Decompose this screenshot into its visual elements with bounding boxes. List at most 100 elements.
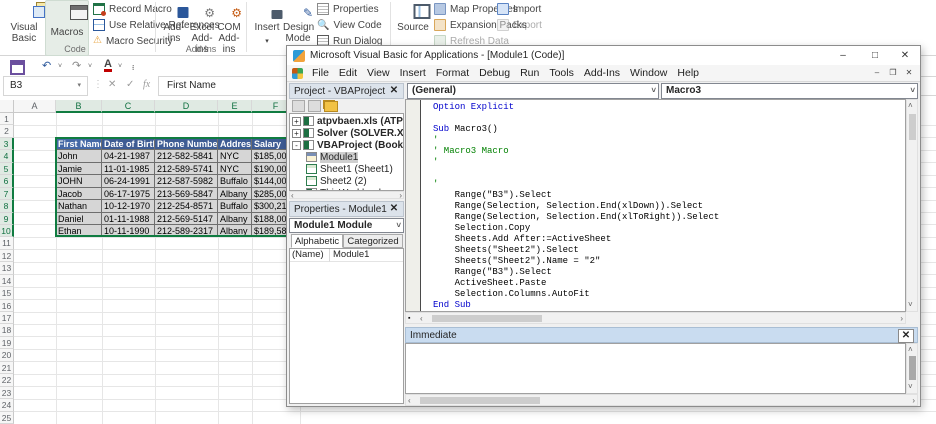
row-header-4[interactable]: 4 (0, 150, 14, 162)
row-header-15[interactable]: 15 (0, 287, 14, 299)
font-color-button[interactable]: A (104, 59, 112, 72)
column-header-C[interactable]: C (102, 100, 155, 113)
scrollbar-thumb[interactable] (909, 356, 916, 380)
child-minimize-button[interactable]: – (870, 67, 884, 79)
scroll-right-icon[interactable]: › (399, 191, 402, 201)
column-header-E[interactable]: E (218, 100, 252, 113)
table-cell[interactable]: Daniel (56, 213, 102, 225)
table-cell[interactable]: 06-17-1975 (102, 188, 155, 200)
row-header-14[interactable]: 14 (0, 275, 14, 287)
row-header-19[interactable]: 19 (0, 337, 14, 349)
properties-panel-header[interactable]: Properties - Module1 ✕ (289, 201, 404, 217)
tab-categorized[interactable]: Categorized (343, 234, 403, 248)
table-cell[interactable]: 212-587-5982 (155, 175, 218, 187)
font-color-dropdown[interactable]: ˅ (118, 63, 122, 70)
row-header-8[interactable]: 8 (0, 200, 14, 212)
expand-icon[interactable]: + (292, 117, 301, 126)
vbe-menu-help[interactable]: Help (672, 67, 704, 79)
row-header-18[interactable]: 18 (0, 324, 14, 336)
table-cell[interactable]: 06-24-1991 (102, 175, 155, 187)
immediate-panel-header[interactable]: Immediate ✕ (405, 327, 918, 343)
table-header-cell[interactable]: Phone Number (155, 138, 218, 150)
immediate-input-area[interactable] (405, 343, 906, 394)
table-cell[interactable]: 212-589-5741 (155, 163, 218, 175)
name-box-dropdown-icon[interactable]: ▾ (77, 77, 81, 95)
name-box[interactable]: B3 ▾ (3, 76, 88, 96)
row-header-25[interactable]: 25 (0, 412, 14, 424)
immediate-vscrollbar[interactable]: ˄ ˅ (906, 343, 918, 394)
property-value[interactable]: Module1 (330, 249, 403, 262)
table-cell[interactable]: 10-11-1990 (102, 225, 155, 237)
table-cell[interactable]: 213-569-5847 (155, 188, 218, 200)
scroll-down-icon[interactable]: ˅ (908, 300, 913, 310)
visual-basic-button[interactable]: Visual Basic (4, 0, 44, 54)
row-header-7[interactable]: 7 (0, 188, 14, 200)
scroll-left-icon[interactable]: ‹ (408, 396, 411, 406)
vbe-menu-view[interactable]: View (362, 67, 395, 79)
project-item-atpvbaen-xls-atpvbaen[interactable]: +atpvbaen.xls (ATPVBAEN (290, 115, 404, 127)
vbe-menu-window[interactable]: Window (625, 67, 672, 79)
table-cell[interactable]: Ethan (56, 225, 102, 237)
redo-button[interactable]: ↷ (72, 59, 81, 72)
project-hscrollbar[interactable]: ‹ › (289, 191, 404, 199)
table-header-cell[interactable]: Date of Birth (102, 138, 155, 150)
vbe-close-button[interactable]: ✕ (894, 48, 916, 63)
properties-object-selector[interactable]: Module1 Module ˅ (289, 218, 404, 233)
import-button[interactable]: Import (497, 2, 541, 16)
row-header-17[interactable]: 17 (0, 312, 14, 324)
scroll-up-icon[interactable]: ˄ (908, 101, 913, 111)
expand-icon[interactable]: + (292, 129, 301, 138)
vbe-menu-run[interactable]: Run (515, 67, 544, 79)
cancel-button[interactable]: ✕ (108, 79, 116, 90)
table-cell[interactable]: Albany (218, 213, 252, 225)
table-cell[interactable]: Buffalo (218, 200, 252, 212)
row-header-12[interactable]: 12 (0, 250, 14, 262)
scroll-right-icon[interactable]: › (912, 396, 915, 406)
vbe-menu-debug[interactable]: Debug (474, 67, 515, 79)
scrollbar-thumb[interactable] (420, 397, 540, 404)
insert-function-button[interactable]: fx (143, 79, 150, 90)
code-procedure-dropdown[interactable]: Macro3 ˅ (661, 83, 918, 99)
table-cell[interactable]: 212-569-5147 (155, 213, 218, 225)
vbe-menu-format[interactable]: Format (431, 67, 474, 79)
properties-grid[interactable]: (Name)Module1 (289, 248, 404, 404)
properties-close-icon[interactable]: ✕ (387, 203, 401, 215)
table-header-cell[interactable]: Address (218, 138, 252, 150)
vbe-menu-file[interactable]: File (307, 67, 334, 79)
table-cell[interactable]: 212-582-5841 (155, 150, 218, 162)
table-cell[interactable]: 04-21-1987 (102, 150, 155, 162)
table-cell[interactable]: 11-01-1985 (102, 163, 155, 175)
child-restore-button[interactable]: ❐ (886, 67, 900, 79)
row-header-20[interactable]: 20 (0, 349, 14, 361)
table-cell[interactable]: NYC (218, 150, 252, 162)
scroll-left-icon[interactable]: ‹ (291, 191, 294, 201)
column-header-B[interactable]: B (56, 100, 102, 113)
row-header-10[interactable]: 10 (0, 225, 14, 237)
row-header-22[interactable]: 22 (0, 374, 14, 386)
row-header-23[interactable]: 23 (0, 387, 14, 399)
table-cell[interactable]: Albany (218, 188, 252, 200)
project-item-solver-solver-xlam-[interactable]: +Solver (SOLVER.XLAM) (290, 127, 404, 139)
table-cell[interactable]: Jamie (56, 163, 102, 175)
vbe-menu-edit[interactable]: Edit (334, 67, 362, 79)
customize-qat-button[interactable]: ᎒ (132, 62, 134, 73)
redo-dropdown[interactable]: ˅ (88, 63, 92, 70)
project-item-sheet1-sheet1-[interactable]: Sheet1 (Sheet1) (290, 163, 404, 175)
child-close-button[interactable]: ✕ (902, 67, 916, 79)
row-header-1[interactable]: 1 (0, 113, 14, 125)
scroll-left-icon[interactable]: ‹ (420, 314, 423, 324)
insert-control-button[interactable]: Insert ▾ (252, 0, 282, 54)
row-header-3[interactable]: 3 (0, 138, 14, 150)
table-header-cell[interactable]: First Name (56, 138, 102, 150)
vbe-menu-addins[interactable]: Add-Ins (579, 67, 625, 79)
undo-button[interactable]: ↶ (42, 59, 51, 72)
table-cell[interactable]: Albany (218, 225, 252, 237)
view-object-tool-icon[interactable] (308, 100, 321, 112)
view-code-button[interactable]: 🔍 View Code (317, 18, 382, 32)
export-button[interactable]: Export (497, 18, 542, 32)
scroll-right-icon[interactable]: › (900, 314, 903, 324)
undo-dropdown[interactable]: ˅ (58, 63, 62, 70)
row-header-6[interactable]: 6 (0, 175, 14, 187)
table-cell[interactable]: John (56, 150, 102, 162)
project-close-icon[interactable]: ✕ (387, 85, 401, 97)
